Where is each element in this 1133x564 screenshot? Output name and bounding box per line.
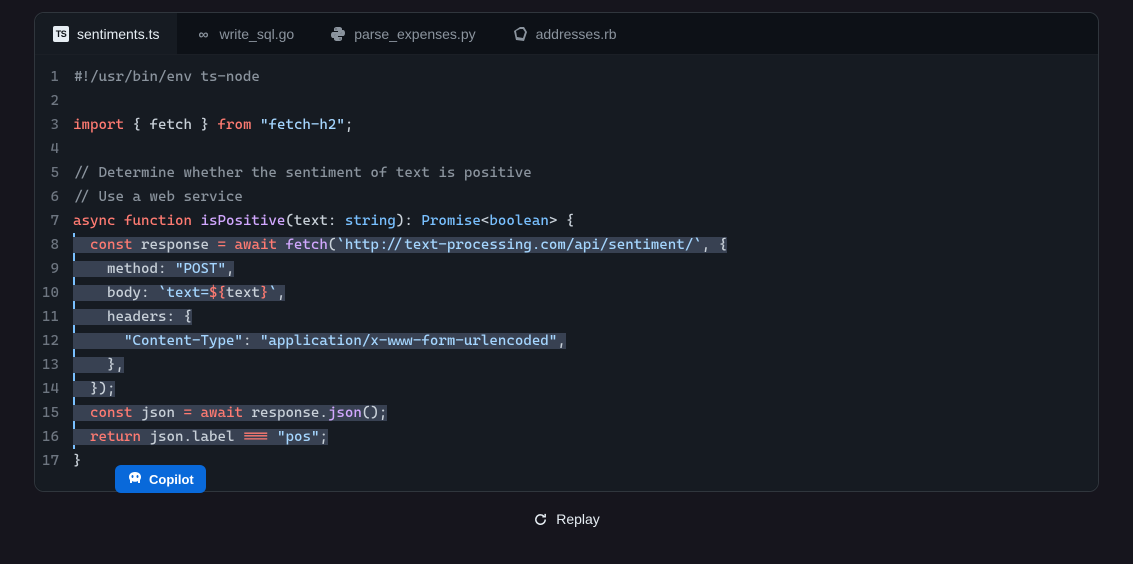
code-line: 15 const json = await response.json();: [35, 401, 1098, 425]
copilot-icon: [127, 471, 143, 487]
tab-parse_expenses-py[interactable]: parse_expenses.py: [312, 13, 493, 54]
line-number: 2: [35, 89, 73, 113]
line-number: 4: [35, 137, 73, 161]
code-line: 16 return json.label === "pos";: [35, 425, 1098, 449]
code-content[interactable]: return json.label === "pos";: [73, 425, 1098, 449]
tab-label: parse_expenses.py: [354, 26, 475, 42]
code-line: 11 headers: {: [35, 305, 1098, 329]
line-number: 5: [35, 161, 73, 185]
code-line: 13 },: [35, 353, 1098, 377]
line-number: 6: [35, 185, 73, 209]
code-line: 7async function isPositive(text: string)…: [35, 209, 1098, 233]
code-content[interactable]: import { fetch } from "fetch-h2";: [73, 113, 1098, 137]
ruby-icon: [512, 26, 528, 42]
code-content[interactable]: const response = await fetch(`http://tex…: [73, 233, 1098, 257]
code-content[interactable]: [73, 137, 1098, 161]
code-content[interactable]: });: [73, 377, 1098, 401]
line-number: 11: [35, 305, 73, 329]
line-number: 15: [35, 401, 73, 425]
code-line: 2: [35, 89, 1098, 113]
line-number: 16: [35, 425, 73, 449]
go-icon: ∞: [195, 26, 211, 42]
code-content[interactable]: // Determine whether the sentiment of te…: [73, 161, 1098, 185]
tabs-bar: TS sentiments.ts ∞ write_sql.go parse_expens…: [35, 13, 1098, 55]
code-content[interactable]: body: `text=${text}`,: [73, 281, 1098, 305]
code-content[interactable]: [73, 89, 1098, 113]
line-number: 7: [35, 209, 73, 233]
tab-label: sentiments.ts: [77, 26, 159, 42]
tab-sentiments-ts[interactable]: TS sentiments.ts: [35, 13, 177, 54]
code-content[interactable]: headers: {: [73, 305, 1098, 329]
code-content[interactable]: // Use a web service: [73, 185, 1098, 209]
line-number: 10: [35, 281, 73, 305]
code-line: 9 method: "POST",: [35, 257, 1098, 281]
code-line: 6// Use a web service: [35, 185, 1098, 209]
copilot-label: Copilot: [149, 472, 194, 487]
code-line: 5// Determine whether the sentiment of t…: [35, 161, 1098, 185]
replay-label: Replay: [556, 511, 600, 527]
replay-button[interactable]: Replay: [35, 493, 1098, 535]
code-line: 12 "Content-Type": "application/x-www-fo…: [35, 329, 1098, 353]
python-icon: [330, 26, 346, 42]
typescript-icon: TS: [53, 26, 69, 42]
code-content[interactable]: #!/usr/bin/env ts-node: [73, 65, 1098, 89]
line-number: 3: [35, 113, 73, 137]
line-number: 17: [35, 449, 73, 473]
code-line: 4: [35, 137, 1098, 161]
code-editor-window: TS sentiments.ts ∞ write_sql.go parse_expens…: [34, 12, 1099, 492]
code-line: 3import { fetch } from "fetch-h2";: [35, 113, 1098, 137]
code-line: 14 });: [35, 377, 1098, 401]
line-number: 12: [35, 329, 73, 353]
tab-label: addresses.rb: [536, 26, 617, 42]
tab-write_sql-go[interactable]: ∞ write_sql.go: [177, 13, 312, 54]
code-line: 8 const response = await fetch(`http://t…: [35, 233, 1098, 257]
replay-icon: [533, 512, 548, 527]
code-content[interactable]: async function isPositive(text: string):…: [73, 209, 1098, 233]
code-content[interactable]: }: [73, 449, 1098, 473]
code-line: 1#!/usr/bin/env ts-node: [35, 65, 1098, 89]
line-number: 14: [35, 377, 73, 401]
line-number: 1: [35, 65, 73, 89]
code-content[interactable]: method: "POST",: [73, 257, 1098, 281]
code-line: 10 body: `text=${text}`,: [35, 281, 1098, 305]
line-number: 13: [35, 353, 73, 377]
line-number: 9: [35, 257, 73, 281]
code-content[interactable]: },: [73, 353, 1098, 377]
code-content[interactable]: "Content-Type": "application/x-www-form-…: [73, 329, 1098, 353]
tab-label: write_sql.go: [219, 26, 294, 42]
tab-addresses-rb[interactable]: addresses.rb: [494, 13, 635, 54]
copilot-badge[interactable]: Copilot: [115, 465, 206, 493]
code-content[interactable]: const json = await response.json();: [73, 401, 1098, 425]
line-number: 8: [35, 233, 73, 257]
code-area[interactable]: 1#!/usr/bin/env ts-node23import { fetch …: [35, 55, 1098, 491]
